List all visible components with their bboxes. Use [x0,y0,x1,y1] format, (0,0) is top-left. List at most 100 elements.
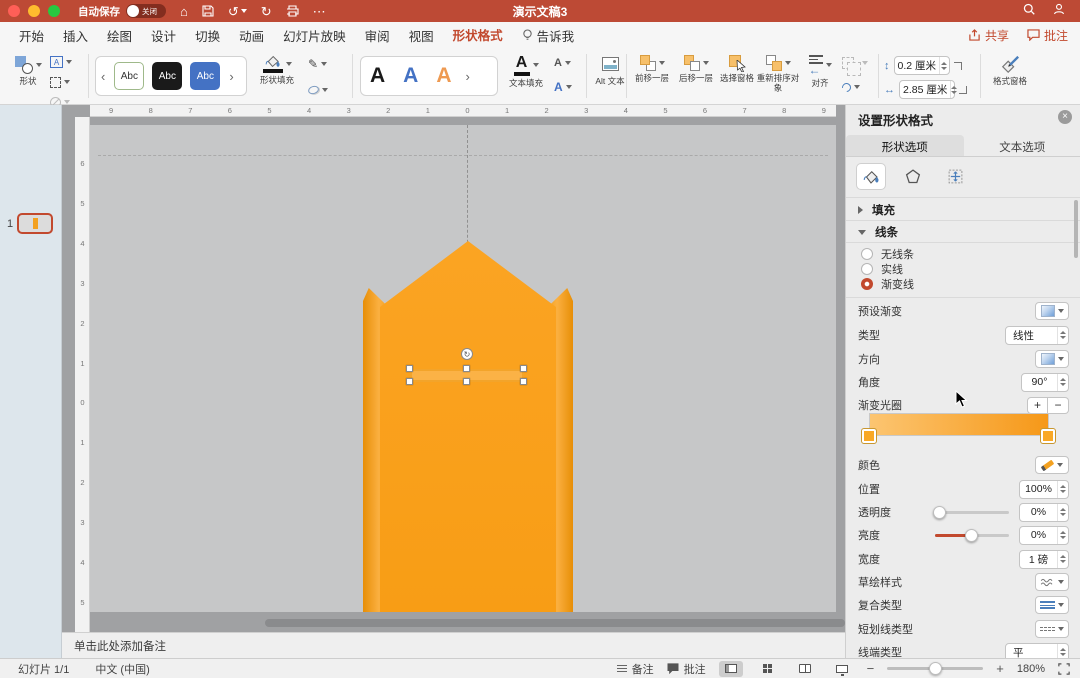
shape-height-field[interactable]: 0.2 厘米 [894,56,950,75]
shape-fill-button[interactable]: 形状填充 [252,48,302,105]
tab-home[interactable]: 开始 [19,22,44,49]
text-box-button[interactable]: A [50,55,82,69]
zoom-slider[interactable] [887,667,983,670]
rotate-button[interactable] [842,80,872,94]
slider-handle[interactable] [933,506,946,519]
zoom-out-button[interactable]: − [867,661,875,676]
home-icon[interactable]: ⌂ [180,5,188,18]
shape-outline-button[interactable]: ✎ [308,57,342,71]
reading-view-button[interactable] [793,661,817,677]
no-line-option[interactable]: 无线条 [861,246,914,262]
wordart-style-2[interactable]: A [403,64,418,88]
gradient-stops-bar[interactable] [869,413,1049,436]
fill-section-header[interactable]: 填充 [858,202,895,218]
direction-dropdown[interactable] [1035,350,1069,368]
rotation-handle[interactable]: ↻ [461,348,473,360]
pencil-shape-body[interactable] [380,241,556,612]
resize-handle-n[interactable] [463,365,470,372]
normal-view-button[interactable] [719,661,743,677]
zoom-in-button[interactable]: + [996,661,1004,676]
undo-dropdown-icon[interactable] [241,9,247,13]
transparency-field[interactable]: 0% [1019,503,1069,522]
resize-handle-ne[interactable] [520,365,527,372]
notes-area[interactable]: 单击此处添加备注 [62,632,845,658]
add-stop-button[interactable]: + [1027,397,1048,414]
edit-shape-button[interactable] [50,75,82,89]
reorder-objects-button[interactable]: 重新排序对象 [756,48,800,105]
more-commands-icon[interactable]: ⋯ [313,5,326,18]
transparency-slider[interactable] [935,511,1009,514]
solid-line-option[interactable]: 实线 [861,261,903,277]
gradient-stop-start[interactable] [862,429,876,443]
position-field[interactable]: 100% [1019,480,1069,499]
comments-button[interactable]: 批注 [1027,27,1068,44]
shape-fill-dropdown-icon[interactable] [286,62,292,66]
line-width-field[interactable]: 1 磅 [1019,550,1069,569]
horizontal-scrollbar[interactable] [265,619,845,627]
tab-tell-me[interactable]: 告诉我 [522,22,575,49]
shape-effects-button[interactable] [308,83,342,97]
tab-shape-format[interactable]: 形状格式 [453,21,503,50]
share-button[interactable]: 共享 [968,27,1009,44]
slider-handle[interactable] [965,529,978,542]
size-properties-tab-button[interactable] [940,163,970,190]
send-backward-button[interactable]: 后移一层 [676,48,716,105]
remove-stop-button[interactable]: − [1048,397,1069,414]
line-section-header[interactable]: 线条 [858,224,898,240]
tab-animations[interactable]: 动画 [239,22,264,49]
slideshow-view-button[interactable] [830,661,854,677]
language-indicator[interactable]: 中文 (中国) [95,661,149,677]
height-stepper[interactable] [939,57,948,74]
resize-handle-sw[interactable] [406,378,413,385]
save-icon[interactable] [202,5,214,17]
tab-view[interactable]: 视图 [409,22,434,49]
text-fill-button[interactable]: A 文本填充 [502,48,550,105]
search-icon[interactable] [1022,2,1036,21]
wordart-style-1[interactable]: A [370,64,385,88]
zoom-window-button[interactable] [48,5,60,17]
gallery-next-icon[interactable]: › [224,69,238,84]
minimize-window-button[interactable] [28,5,40,17]
tab-draw[interactable]: 绘图 [107,22,132,49]
fill-line-tab-button[interactable] [856,163,886,190]
sketch-style-dropdown[interactable] [1035,573,1069,591]
radio-selected-icon[interactable] [861,278,873,290]
insert-shape-button[interactable]: 形状 [6,48,50,105]
tab-design[interactable]: 设计 [151,22,176,49]
compound-type-dropdown[interactable] [1035,596,1069,614]
shapes-dropdown-icon[interactable] [36,63,42,67]
radio-icon[interactable] [861,248,873,260]
panel-scrollbar[interactable] [1074,200,1078,258]
selection-pane-button[interactable]: 选择窗格 [720,48,754,105]
text-fill-dropdown-icon[interactable] [533,63,539,67]
radio-icon[interactable] [861,263,873,275]
resize-handle-s[interactable] [463,378,470,385]
resize-handle-nw[interactable] [406,365,413,372]
tab-slideshow[interactable]: 幻灯片放映 [283,22,346,49]
autosave-toggle[interactable]: 关闭 [126,4,166,18]
slide[interactable]: ↻ [90,125,836,612]
redo-icon[interactable]: ↻ [261,5,272,18]
tab-shape-options[interactable]: 形状选项 [846,135,964,156]
format-pane-button[interactable]: 格式窗格 [988,48,1032,105]
notes-toggle-button[interactable]: 备注 [617,661,654,677]
angle-field[interactable]: 90° [1021,373,1069,392]
shape-style-3[interactable]: Abc [190,62,220,90]
color-picker-button[interactable] [1035,456,1069,474]
width-stepper[interactable] [950,81,957,98]
brightness-field[interactable]: 0% [1019,526,1069,545]
gradient-line-option[interactable]: 渐变线 [861,276,914,292]
tab-text-options[interactable]: 文本选项 [964,135,1080,156]
shape-style-2[interactable]: Abc [152,62,182,90]
shape-width-field[interactable]: 2.85 厘米 [899,80,955,99]
resize-handle-se[interactable] [520,378,527,385]
group-button[interactable] [842,56,872,70]
close-window-button[interactable] [8,5,20,17]
alt-text-button[interactable]: Alt 文本 [592,48,628,105]
zoom-level[interactable]: 180% [1017,663,1045,675]
bring-forward-button[interactable]: 前移一层 [632,48,672,105]
print-icon[interactable] [286,5,299,17]
align-button[interactable]: ← 对齐 [802,48,838,105]
tab-insert[interactable]: 插入 [63,22,88,49]
text-effects-button[interactable]: A [554,80,584,94]
